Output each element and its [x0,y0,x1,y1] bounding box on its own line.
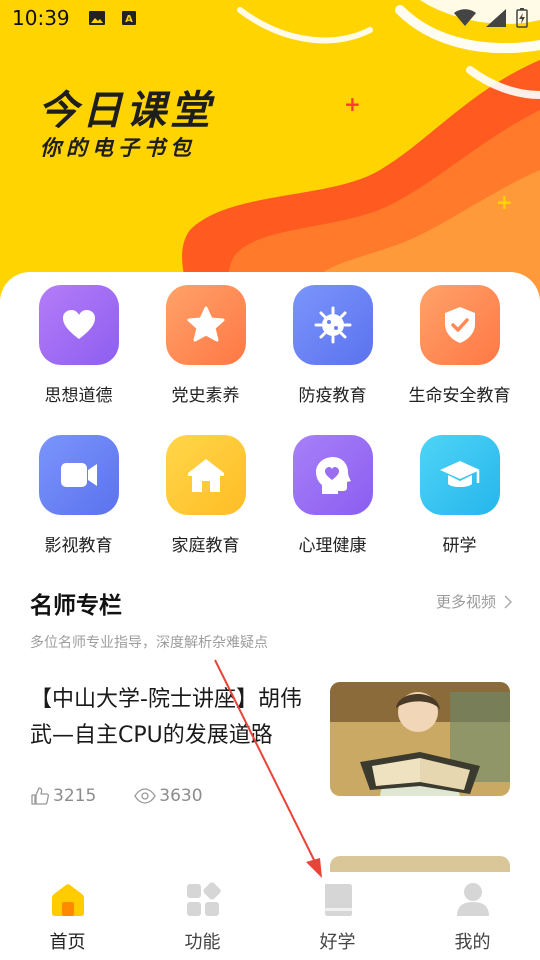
feature-item-film[interactable]: 影视教育 [11,435,146,556]
svg-text:A: A [125,14,133,25]
tab-study[interactable]: 好学 [270,880,405,954]
feature-label: 党史素养 [171,386,240,406]
section-title: 名师专栏 [30,593,122,619]
thumbs-up-icon [31,787,49,805]
house-icon [187,459,224,492]
feature-label: 影视教育 [44,536,113,556]
feature-label: 思想道德 [44,386,113,406]
feature-tile [38,285,119,365]
likes-count: 3215 [53,786,97,806]
views-stat: 3630 [134,786,203,806]
tab-label: 我的 [454,932,491,953]
hero-subtitle: 你的电子书包 [40,136,196,160]
feature-tile [419,435,500,515]
more-videos-link[interactable]: 更多视频 [436,591,512,612]
wifi-icon [454,9,476,26]
feature-item-epidemic[interactable]: 防疫教育 [265,285,400,406]
tab-profile[interactable]: 我的 [405,880,540,954]
image-notification-icon [88,11,105,25]
hero-title: 今日课堂 [38,88,214,134]
status-bar: 10:39 A [0,0,540,36]
grid-icon [186,882,221,916]
star-icon [187,306,224,342]
bottom-tab-bar: 首页 功能 好学 我的 [0,872,540,960]
feature-item-life-safety[interactable]: 生命安全教育 [392,285,527,406]
feature-label: 防疫教育 [298,386,367,406]
heart-icon [62,310,95,339]
feature-item-study-tour[interactable]: 研学 [392,435,527,556]
tab-label: 好学 [319,932,356,953]
home-icon [51,884,84,916]
section-subtitle: 多位名师专业指导，深度解析杂难疑点 [30,635,268,651]
signal-icon [486,9,506,27]
article-stats: 3215 3630 [30,786,241,806]
person-icon [456,883,489,916]
feature-tile [38,435,119,515]
feature-tile [165,285,246,365]
more-videos-label: 更多视频 [435,593,496,611]
text-notification-icon: A [121,11,136,25]
head-heart-icon [315,457,351,494]
feature-label: 研学 [442,536,477,556]
hero-banner: 今日课堂 你的电子书包 + + [0,0,540,300]
reading-scholar-illustration [330,682,510,796]
status-time: 10:39 [12,6,70,30]
feature-tile [292,285,373,365]
chevron-right-icon [504,594,512,609]
book-icon [324,884,352,916]
likes-stat: 3215 [30,786,96,806]
feature-item-moral[interactable]: 思想道德 [11,285,146,406]
video-camera-icon [60,463,97,487]
feature-tile [165,435,246,515]
tab-label: 首页 [49,932,86,953]
shield-check-icon [444,307,475,343]
feature-label: 心理健康 [298,536,367,556]
plus-decoration: + [496,190,513,214]
feature-tile [292,435,373,515]
tab-functions[interactable]: 功能 [135,880,270,954]
feature-label: 生命安全教育 [408,386,511,406]
graduation-cap-icon [439,461,480,487]
virus-icon [314,306,351,344]
plus-decoration: + [344,92,361,116]
article-title[interactable]: 【中山大学-院士讲座】胡伟武—自主CPU的发展道路 [30,682,320,754]
battery-charging-icon [516,8,528,28]
tab-home[interactable]: 首页 [0,880,135,954]
feature-tile [419,285,500,365]
feature-item-mental-health[interactable]: 心理健康 [265,435,400,556]
eye-icon [134,788,157,804]
tab-label: 功能 [184,932,221,953]
feature-label: 家庭教育 [171,536,240,556]
article-thumbnail[interactable] [330,682,510,796]
feature-item-party-history[interactable]: 党史素养 [138,285,273,406]
feature-item-family[interactable]: 家庭教育 [138,435,273,556]
views-count: 3630 [159,786,203,806]
